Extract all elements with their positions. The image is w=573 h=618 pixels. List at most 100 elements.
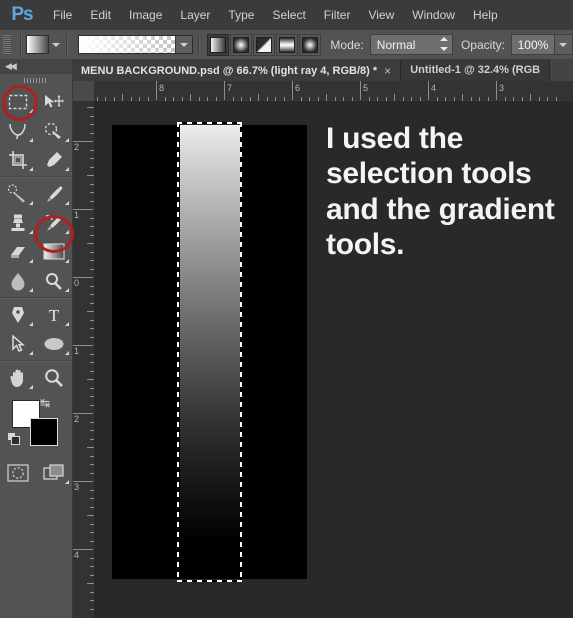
selection-marquee[interactable] <box>177 122 242 582</box>
spot-healing-brush-tool[interactable] <box>0 179 36 208</box>
linear-gradient-button[interactable] <box>207 33 230 56</box>
menu-item-image[interactable]: Image <box>120 4 171 26</box>
eraser-tool[interactable] <box>0 237 36 266</box>
dodge-tool[interactable] <box>36 266 72 295</box>
ruler-tick <box>87 583 94 584</box>
gradient-preset-picker[interactable] <box>77 35 193 54</box>
opacity-input[interactable]: 100% <box>510 34 555 55</box>
path-selection-tool[interactable] <box>0 329 36 358</box>
app-logo: Ps <box>11 4 33 25</box>
tool-preset-dropdown[interactable] <box>51 36 61 53</box>
quick-mask-icon[interactable] <box>0 458 36 487</box>
reflected-gradient-button[interactable] <box>276 33 299 56</box>
tool-flyout-indicator[interactable] <box>29 288 33 292</box>
tool-flyout-indicator[interactable] <box>65 230 69 234</box>
radial-gradient-button[interactable] <box>230 33 253 56</box>
gradient-preview-swatch[interactable] <box>78 36 175 53</box>
annotation-text: I used the selection tools and the gradi… <box>326 122 555 262</box>
ellipse-shape-tool[interactable] <box>36 329 72 358</box>
tool-options-bar: Mode: Normal Opacity: 100% <box>0 30 573 60</box>
svg-text:T: T <box>49 306 60 324</box>
ruler-label: 5 <box>363 83 369 93</box>
menu-item-file[interactable]: File <box>44 4 81 26</box>
menu-item-window[interactable]: Window <box>403 4 464 26</box>
close-icon[interactable]: × <box>384 64 391 78</box>
background-color-swatch[interactable] <box>30 418 58 446</box>
rectangular-marquee-tool[interactable] <box>0 87 36 116</box>
quick-selection-tool[interactable] <box>36 116 72 145</box>
default-colors-icon[interactable] <box>7 432 20 445</box>
ruler-label: 3 <box>74 482 80 492</box>
tool-flyout-indicator[interactable] <box>65 259 69 263</box>
blend-mode-select[interactable]: Normal <box>369 34 453 55</box>
ruler-tick <box>292 81 293 100</box>
tool-flyout-indicator[interactable] <box>65 201 69 205</box>
document-artboard[interactable] <box>112 122 307 582</box>
horizontal-ruler[interactable]: 8 7 6 5 4 3 <box>94 81 573 102</box>
tool-flyout-indicator[interactable] <box>29 385 33 389</box>
vertical-ruler[interactable]: 2 1 0 1 2 3 4 <box>72 101 95 618</box>
ruler-corner[interactable] <box>72 81 95 102</box>
menu-item-select[interactable]: Select <box>263 4 314 26</box>
canvas-area[interactable]: I used the selection tools and the gradi… <box>94 101 573 618</box>
gradient-tool-icon[interactable] <box>26 35 49 54</box>
brush-tool[interactable] <box>36 179 72 208</box>
options-bar-grip[interactable] <box>3 34 12 55</box>
tool-flyout-indicator[interactable] <box>29 322 33 326</box>
opacity-dropdown-icon[interactable] <box>554 34 573 55</box>
menu-item-help[interactable]: Help <box>464 4 507 26</box>
move-tool[interactable] <box>36 87 72 116</box>
hand-tool[interactable] <box>0 363 36 392</box>
menu-item-filter[interactable]: Filter <box>315 4 360 26</box>
tool-flyout-indicator[interactable] <box>65 480 69 484</box>
tool-flyout-indicator[interactable] <box>29 230 33 234</box>
tab-title: MENU BACKGROUND.psd @ 66.7% (light ray 4… <box>81 65 378 77</box>
tool-flyout-indicator[interactable] <box>65 167 69 171</box>
blur-tool[interactable] <box>0 266 36 295</box>
tool-flyout-indicator[interactable] <box>65 322 69 326</box>
ruler-label: 2 <box>74 142 80 152</box>
tool-flyout-indicator[interactable] <box>29 138 33 142</box>
tools-panel-header[interactable]: ◀◀ <box>0 59 72 74</box>
tool-flyout-indicator[interactable] <box>29 201 33 205</box>
tool-flyout-indicator[interactable] <box>65 138 69 142</box>
menu-item-edit[interactable]: Edit <box>81 4 120 26</box>
tools-panel-grip[interactable] <box>0 74 72 87</box>
tab-menu-background[interactable]: MENU BACKGROUND.psd @ 66.7% (light ray 4… <box>72 59 402 81</box>
history-brush-tool[interactable] <box>36 208 72 237</box>
screen-mode-icon[interactable] <box>36 458 72 487</box>
swap-colors-icon[interactable]: ↹ <box>40 396 50 410</box>
menu-item-type[interactable]: Type <box>219 4 263 26</box>
tool-flyout-indicator[interactable] <box>29 109 33 113</box>
ruler-tick <box>87 175 94 176</box>
tool-divider <box>0 176 72 177</box>
lasso-tool[interactable] <box>0 116 36 145</box>
ruler-label: 1 <box>74 346 80 356</box>
tab-untitled-1[interactable]: Untitled-1 @ 32.4% (RGB <box>401 59 551 81</box>
diamond-gradient-button[interactable] <box>299 33 322 56</box>
opacity-label: Opacity: <box>460 37 505 52</box>
pen-tool[interactable] <box>0 300 36 329</box>
menu-item-layer[interactable]: Layer <box>171 4 219 26</box>
eyedropper-tool[interactable] <box>36 145 72 174</box>
gradient-tool[interactable] <box>36 237 72 266</box>
chevron-down-icon[interactable] <box>174 36 192 53</box>
horizontal-type-tool[interactable]: T <box>36 300 72 329</box>
double-chevron-left-icon[interactable]: ◀◀ <box>5 61 17 72</box>
tab-title: Untitled-1 @ 32.4% (RGB <box>410 64 541 76</box>
tool-flyout-indicator[interactable] <box>29 259 33 263</box>
blend-mode-value: Normal <box>376 37 416 52</box>
clone-stamp-tool[interactable] <box>0 208 36 237</box>
tool-flyout-indicator[interactable] <box>29 351 33 355</box>
tool-flyout-indicator[interactable] <box>65 351 69 355</box>
menu-item-view[interactable]: View <box>359 4 403 26</box>
stepper-arrows-icon[interactable] <box>439 37 448 51</box>
ruler-tick <box>530 94 531 101</box>
tool-flyout-indicator[interactable] <box>65 288 69 292</box>
zoom-tool[interactable] <box>36 363 72 392</box>
ruler-tick <box>496 81 497 100</box>
angle-gradient-button[interactable] <box>253 33 276 56</box>
crop-tool[interactable] <box>0 145 36 174</box>
divider <box>65 33 67 56</box>
tool-flyout-indicator[interactable] <box>29 167 33 171</box>
